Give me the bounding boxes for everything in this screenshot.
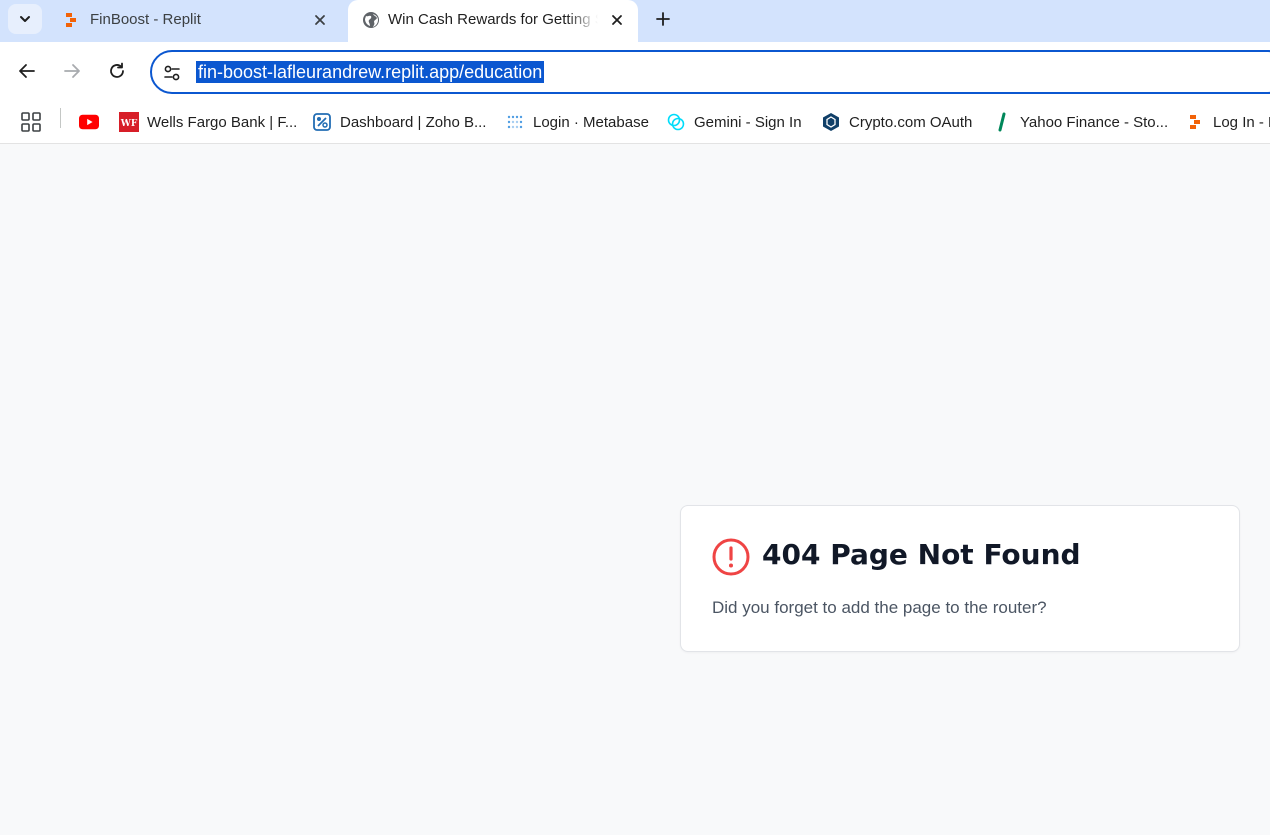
bookmark-label: Login · Metabase — [533, 113, 649, 131]
globe-icon — [363, 12, 379, 28]
tab-finboost-replit[interactable]: FinBoost - Replit — [50, 0, 342, 42]
bookmarks-bar: WF Wells Fargo Bank | F... Dashboard | Z… — [0, 102, 1270, 144]
arrow-left-icon — [19, 64, 35, 78]
not-found-card: 404 Page Not Found Did you forget to add… — [680, 505, 1240, 652]
svg-text:WF: WF — [120, 119, 138, 129]
forward-button[interactable] — [57, 56, 87, 86]
bookmarks-separator — [60, 108, 61, 128]
bookmark-gemini[interactable]: Gemini - Sign In — [666, 108, 802, 136]
bookmark-zoho[interactable]: Dashboard | Zoho B... — [312, 108, 486, 136]
apps-grid-icon — [21, 112, 41, 132]
arrow-right-icon — [64, 64, 80, 78]
address-bar[interactable]: fin-boost-lafleurandrew.replit.app/educa… — [150, 50, 1270, 94]
tab-win-cash-rewards[interactable]: Win Cash Rewards for Getting Smarter — [348, 0, 638, 42]
bookmark-label: Wells Fargo Bank | F... — [147, 113, 298, 131]
browser-toolbar: fin-boost-lafleurandrew.replit.app/educa… — [0, 42, 1270, 102]
back-button[interactable] — [12, 56, 42, 86]
bookmark-wells-fargo[interactable]: WF Wells Fargo Bank | F... — [119, 108, 297, 136]
bookmark-label: Gemini - Sign In — [694, 113, 802, 131]
yahoo-finance-icon — [992, 112, 1012, 132]
bookmark-yahoo-finance[interactable]: Yahoo Finance - Sto... — [992, 108, 1168, 136]
zoho-books-icon — [312, 112, 332, 132]
crypto-com-icon — [821, 112, 841, 132]
bookmark-youtube[interactable] — [79, 108, 107, 136]
wells-fargo-icon: WF — [119, 112, 139, 132]
tab-close-button[interactable] — [607, 10, 627, 30]
metabase-icon — [505, 112, 525, 132]
close-icon — [315, 15, 325, 25]
bookmark-label: Dashboard | Zoho B... — [340, 113, 487, 131]
gemini-icon — [666, 112, 686, 132]
reload-icon — [110, 62, 124, 78]
tab-title: FinBoost - Replit — [90, 11, 201, 28]
alert-circle-icon — [712, 538, 750, 576]
site-settings-icon[interactable] — [162, 63, 182, 83]
replit-icon — [66, 13, 76, 27]
bookmark-label: Log In - Replit — [1213, 113, 1270, 131]
tab-search-button[interactable] — [8, 4, 42, 34]
reload-button[interactable] — [102, 56, 132, 86]
tab-title: Win Cash Rewards for Getting Smarter — [388, 11, 598, 28]
error-message: Did you forget to add the page to the ro… — [712, 598, 1047, 617]
plus-icon — [656, 12, 670, 26]
page-content: 404 Page Not Found Did you forget to add… — [0, 144, 1270, 835]
youtube-icon — [79, 112, 99, 132]
page-title: 404 Page Not Found — [762, 538, 1081, 571]
chevron-down-icon — [20, 16, 30, 22]
bookmark-crypto-com[interactable]: Crypto.com OAuth — [821, 108, 972, 136]
apps-button[interactable] — [20, 108, 42, 136]
bookmark-label: Yahoo Finance - Sto... — [1020, 113, 1169, 131]
url-text[interactable]: fin-boost-lafleurandrew.replit.app/educa… — [196, 61, 545, 83]
bookmark-replit-login[interactable]: Log In - Replit — [1185, 108, 1270, 136]
close-icon — [612, 15, 622, 25]
bookmark-metabase[interactable]: Login · Metabase — [505, 108, 649, 136]
new-tab-button[interactable] — [650, 6, 676, 32]
tab-strip: FinBoost - Replit Win Cash Rewards for G… — [0, 0, 1270, 42]
bookmark-label: Crypto.com OAuth — [849, 113, 973, 131]
replit-icon — [1185, 112, 1205, 132]
tab-close-button[interactable] — [310, 10, 330, 30]
